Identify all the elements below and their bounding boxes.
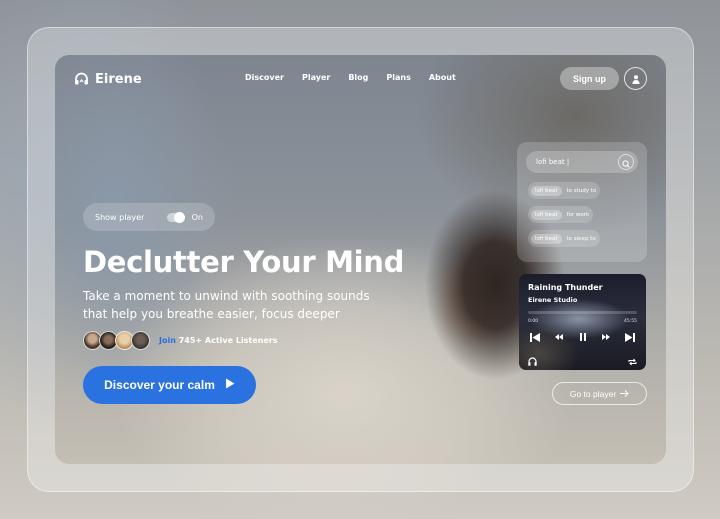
headphones-icon[interactable] [528,351,537,370]
avatar [131,331,150,350]
search-suggestion[interactable]: lofi beat for work [528,206,594,223]
show-player-label: Show player [95,212,145,222]
subtitle-line-1: Take a moment to unwind with soothing so… [83,289,370,303]
page-title: Declutter Your Mind [83,245,405,279]
go-player-label: Go to player [569,388,617,399]
discover-calm-button[interactable]: Discover your calm [83,366,256,404]
nav-about[interactable]: About [429,73,456,82]
search-suggestion[interactable]: lofi beat to sleep to [528,230,600,247]
repeat-icon[interactable] [628,351,637,370]
user-account-button[interactable] [624,67,647,90]
user-icon [632,69,640,88]
brand-name: Eirene [95,72,142,87]
progress-bar[interactable] [528,311,637,314]
player-controls [529,331,636,343]
track-artist: Eirene Studio [528,296,578,304]
cta-label: Discover your calm [104,378,215,392]
nav-discover[interactable]: Discover [245,73,284,82]
time-total: 45:55 [624,319,637,324]
suggestion-chip: lofi beat [531,233,562,244]
hero-card: Eirene Discover Player Blog Plans About … [55,55,666,464]
go-to-player-button[interactable]: Go to player [552,382,647,405]
search-icon [622,153,630,172]
time-current: 0:00 [528,319,539,324]
nav-blog[interactable]: Blog [348,73,368,82]
active-listeners: Join 745+ Active Listeners [159,336,278,345]
toggle-knob [173,211,185,223]
search-box [526,151,638,173]
search-panel: lofi beat to study to lofi beat for work… [517,142,647,262]
play-icon [225,378,235,392]
toggle-state: On [191,212,203,222]
skip-previous-icon[interactable] [529,331,541,343]
hero-subtitle: Take a moment to unwind with soothing so… [83,287,383,323]
nav-plans[interactable]: Plans [386,73,410,82]
player-footer [528,351,637,370]
arrow-right-icon [620,389,629,399]
search-suggestion[interactable]: lofi beat to study to [528,182,601,199]
brand-logo[interactable]: Eirene [74,70,142,89]
search-button[interactable] [618,154,634,170]
main-nav: Discover Player Blog Plans About [245,73,456,82]
listener-avatars [83,331,150,350]
fast-forward-icon[interactable] [600,331,612,343]
subtitle-line-2: that help you breathe easier, focus deep… [83,307,340,321]
nav-player[interactable]: Player [302,73,330,82]
skip-next-icon[interactable] [624,331,636,343]
pause-icon[interactable] [577,331,589,343]
signup-button[interactable]: Sign up [560,67,619,90]
listeners-count: 745+ Active Listeners [178,336,278,345]
suggestion-text: to sleep to [566,235,596,242]
join-link[interactable]: Join [159,336,176,345]
mini-player: Raining Thunder Eirene Studio 0:00 45:55 [519,274,646,370]
headphones-icon [74,70,89,89]
toggle-switch[interactable] [166,211,185,223]
search-input[interactable] [536,158,616,166]
suggestion-text: for work [566,211,590,218]
rewind-icon[interactable] [553,331,565,343]
show-player-toggle: Show player On [83,203,215,231]
suggestion-text: to study to [566,187,597,194]
suggestion-chip: lofi beat [531,185,562,196]
track-title: Raining Thunder [528,283,603,292]
suggestion-chip: lofi beat [531,209,562,220]
